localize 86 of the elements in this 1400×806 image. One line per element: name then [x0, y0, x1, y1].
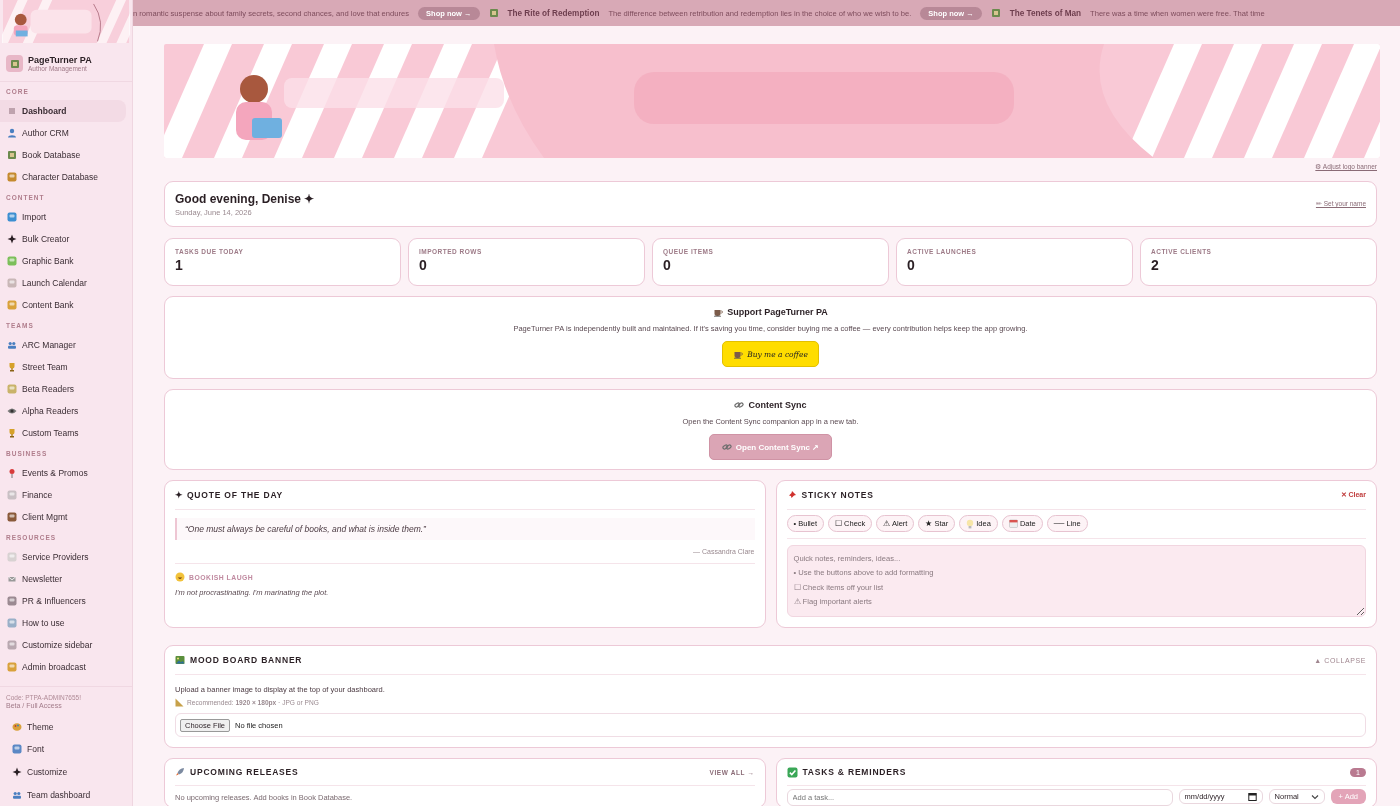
light-bulb-icon: [966, 518, 975, 529]
tile-icon: [7, 640, 17, 651]
tile-icon: [7, 662, 17, 673]
person-icon: [7, 128, 17, 139]
sidebar-item[interactable]: Beta Readers: [0, 378, 126, 401]
tile-icon: [7, 490, 17, 501]
tile-icon: [7, 384, 17, 395]
panel-title: UPCOMING RELEASES: [190, 767, 299, 777]
support-title: Support PageTurner PA: [727, 307, 828, 317]
sidebar-item[interactable]: Newsletter: [0, 568, 126, 591]
tile-icon: [7, 278, 17, 289]
panel-title: STICKY NOTES: [801, 490, 874, 500]
app-name: PageTurner PA: [28, 55, 92, 66]
cup-icon: [713, 307, 724, 317]
tile-icon: [7, 596, 17, 607]
tile-icon: [7, 256, 17, 267]
envelope-icon: [7, 574, 17, 585]
sidebar-item[interactable]: Font: [0, 737, 126, 761]
sparkle-icon: [7, 234, 17, 245]
panel-title: MOOD BOARD BANNER: [190, 655, 303, 665]
tile-icon: [7, 512, 17, 523]
book-icon: [488, 8, 499, 18]
sidebar-item[interactable]: Theme: [0, 715, 126, 738]
tile-icon: [7, 552, 17, 563]
trophy-icon: [7, 362, 17, 373]
sidebar-item[interactable]: ARC Manager: [0, 334, 126, 357]
sidebar-item[interactable]: Events & Promos: [0, 462, 126, 485]
sidebar-item[interactable]: Launch Calendar: [0, 272, 126, 295]
menu-icon: [7, 106, 17, 117]
stat-value: 1: [175, 257, 184, 273]
quote-text: “One must always be careful of books, and what is inside them.”: [175, 518, 755, 540]
checkbox-icon: [786, 766, 798, 778]
pin-icon: [7, 468, 17, 479]
sidebar-item[interactable]: How to use: [0, 612, 126, 635]
caret-icon: [1310, 793, 1319, 800]
stat-value: 0: [663, 257, 672, 273]
sidebar-item[interactable]: Content Bank: [0, 294, 126, 317]
sidebar-item[interactable]: Client Mgmt: [0, 506, 126, 529]
panel-title: TASKS & REMINDERS: [802, 767, 907, 777]
image-icon: [175, 655, 185, 665]
sidebar-item[interactable]: Character Database: [0, 166, 126, 189]
panel-title: ✦ QUOTE OF THE DAY: [175, 490, 284, 500]
sidebar-item[interactable]: PR & Influencers: [0, 590, 126, 613]
sidebar-item[interactable]: Customize: [0, 760, 126, 784]
book-title[interactable]: The Rite of Redemption: [507, 8, 600, 18]
sidebar-item[interactable]: Alpha Readers: [0, 400, 126, 423]
link-icon: [734, 400, 745, 410]
tile-icon: [7, 212, 17, 223]
pushpin-icon: [786, 490, 797, 500]
sidebar-item[interactable]: Street Team: [0, 356, 126, 379]
book-icon: [7, 150, 17, 161]
book-icon: [9, 58, 20, 69]
greeting-title: Good evening, Denise ✦: [175, 191, 315, 206]
sidebar-item[interactable]: Bulk Creator: [0, 228, 126, 251]
stat-value: 2: [1151, 257, 1160, 273]
sidebar-item[interactable]: Finance: [0, 484, 126, 507]
people-icon: [12, 789, 22, 800]
smiley-icon: [175, 572, 185, 582]
cup-icon: [733, 349, 744, 359]
tile-icon: [7, 172, 17, 183]
sidebar-item[interactable]: Team dashboard: [0, 783, 126, 806]
link-icon: [721, 442, 732, 452]
tile-icon: [7, 300, 17, 311]
ruler-icon: [175, 698, 184, 707]
stat-value: 0: [907, 257, 916, 273]
calendar-icon: [1247, 792, 1257, 801]
book-icon: [990, 8, 1001, 18]
sidebar-item[interactable]: Custom Teams: [0, 422, 126, 445]
sidebar-item[interactable]: Author CRM: [0, 122, 126, 145]
sidebar-item[interactable]: Admin broadcast: [0, 656, 126, 679]
sidebar-item[interactable]: Customize sidebar: [0, 634, 126, 657]
sidebar-item[interactable]: Import: [0, 206, 126, 229]
sidebar-item[interactable]: Dashboard: [0, 100, 126, 123]
sparkle-icon: [12, 766, 22, 777]
calendar-icon: [1008, 519, 1018, 528]
book-title[interactable]: The Tenets of Man: [1009, 8, 1082, 18]
content-sync-title: Content Sync: [748, 400, 807, 410]
sidebar-item[interactable]: Graphic Bank: [0, 250, 126, 273]
tile-icon: [12, 744, 22, 755]
tile-icon: [7, 618, 17, 629]
trophy-icon: [7, 428, 17, 439]
people-icon: [7, 340, 17, 351]
stat-value: 0: [419, 257, 428, 273]
sidebar-item[interactable]: Service Providers: [0, 546, 126, 569]
palette-icon: [12, 721, 22, 732]
sidebar-item[interactable]: Book Database: [0, 144, 126, 167]
